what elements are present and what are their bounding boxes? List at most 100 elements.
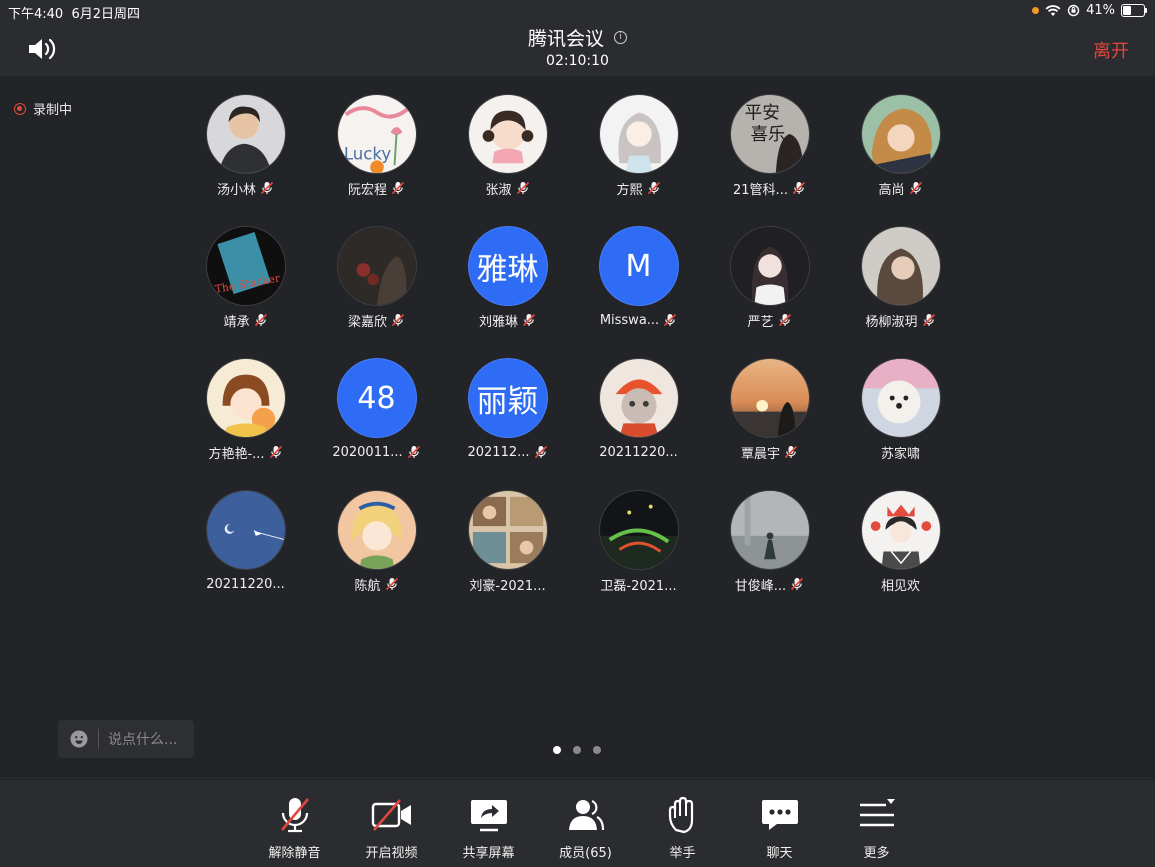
participant-tile[interactable]: 刘豪-2021... — [442, 490, 573, 622]
muted-mic-icon — [391, 181, 405, 195]
participant-avatar-text[interactable]: M — [598, 226, 679, 306]
muted-mic-icon — [534, 445, 548, 459]
recording-indicator[interactable]: 录制中 — [14, 99, 72, 118]
participant-avatar[interactable] — [860, 358, 941, 438]
participant-tile[interactable]: 严艺 — [704, 226, 835, 358]
participant-name-row: 相见欢 — [881, 576, 920, 594]
participant-name-row: 严艺 — [747, 312, 791, 330]
participant-avatar[interactable] — [729, 490, 810, 570]
toolbar-members-button[interactable]: 成员(65) — [537, 796, 634, 861]
participant-tile[interactable]: 20211220... — [573, 358, 704, 490]
toolbar-camera-off-button[interactable]: 开启视频 — [343, 796, 440, 861]
participant-name: 靖承 — [223, 314, 250, 330]
record-icon — [14, 102, 26, 115]
participant-name: 20211220... — [599, 444, 678, 460]
info-icon[interactable]: i — [614, 31, 627, 44]
participant-name: 高尚 — [878, 182, 905, 198]
participant-avatar[interactable] — [860, 94, 941, 174]
meeting-title-block: 腾讯会议 i 02:10:10 — [0, 24, 1155, 69]
muted-mic-icon — [260, 181, 274, 195]
participant-avatar[interactable] — [205, 94, 286, 174]
participant-tile[interactable]: 覃晨宇 — [704, 358, 835, 490]
status-bar: 下午4:40 6月2日周四 41% — [0, 0, 1155, 24]
participant-avatar-text[interactable]: 丽颖 — [467, 358, 548, 438]
participant-avatar[interactable]: The Stacker — [205, 226, 286, 306]
muted-mic-icon — [391, 313, 405, 327]
participant-tile[interactable]: 张淑 — [442, 94, 573, 226]
participant-tile[interactable]: 苏家啸 — [835, 358, 966, 490]
participant-tile[interactable]: 雅琳 刘雅琳 — [442, 226, 573, 358]
participant-name: 汤小林 — [216, 182, 256, 198]
participant-tile[interactable]: Lucky 阮宏程 — [311, 94, 442, 226]
toolbar-label: 聊天 — [766, 846, 793, 861]
participant-name-row: 刘豪-2021... — [469, 576, 545, 594]
participant-avatar[interactable] — [729, 358, 810, 438]
svg-text:Lucky: Lucky — [343, 144, 391, 163]
toolbar-raise-hand-button[interactable]: 举手 — [634, 796, 731, 861]
participant-avatar[interactable] — [205, 358, 286, 438]
chat-input[interactable]: 说点什么... — [58, 720, 194, 758]
emoji-icon[interactable] — [70, 730, 88, 748]
participant-tile[interactable]: 梁嘉欣 — [311, 226, 442, 358]
participant-name: 苏家啸 — [880, 446, 920, 462]
participant-name: Misswa... — [599, 312, 660, 328]
page-dot[interactable] — [593, 746, 601, 754]
page-indicator[interactable] — [553, 746, 601, 754]
toolbar-chat-button[interactable]: 聊天 — [731, 796, 828, 861]
muted-mic-icon — [790, 577, 804, 591]
page-dot[interactable] — [573, 746, 581, 754]
toolbar-label: 开启视频 — [365, 846, 418, 861]
participant-avatar[interactable] — [336, 490, 417, 570]
participant-avatar[interactable] — [729, 226, 810, 306]
toolbar-label: 共享屏幕 — [462, 846, 515, 861]
participant-tile[interactable]: 高尚 — [835, 94, 966, 226]
muted-mic-icon — [385, 577, 399, 591]
participant-name: 严艺 — [747, 314, 774, 330]
participant-tile[interactable]: 20211220... — [180, 490, 311, 622]
participant-avatar[interactable] — [598, 490, 679, 570]
battery-percent: 41% — [1086, 3, 1115, 18]
participant-tile[interactable]: The Stacker 靖承 — [180, 226, 311, 358]
participant-avatar[interactable] — [860, 226, 941, 306]
participant-avatar-text[interactable]: 48 — [336, 358, 417, 438]
participant-tile[interactable]: 48 2020011... — [311, 358, 442, 490]
participant-avatar[interactable] — [467, 94, 548, 174]
participant-tile[interactable]: 甘俊峰... — [704, 490, 835, 622]
participant-name: 202112... — [467, 444, 530, 460]
participant-name: 陈航 — [354, 578, 381, 594]
leave-button[interactable]: 离开 — [1093, 37, 1129, 63]
participant-tile[interactable]: 卫磊-2021... — [573, 490, 704, 622]
muted-mic-icon — [407, 445, 421, 459]
participant-avatar[interactable] — [598, 358, 679, 438]
participant-tile[interactable]: 陈航 — [311, 490, 442, 622]
participant-avatar[interactable] — [467, 490, 548, 570]
participant-tile[interactable]: 相见欢 — [835, 490, 966, 622]
participant-tile[interactable]: 杨柳淑玥 — [835, 226, 966, 358]
participant-avatar[interactable] — [598, 94, 679, 174]
page-dot[interactable] — [553, 746, 561, 754]
participant-avatar[interactable] — [336, 226, 417, 306]
participant-name: 覃晨宇 — [740, 446, 780, 462]
participant-tile[interactable]: 丽颖 202112... — [442, 358, 573, 490]
toolbar-share-screen-button[interactable]: 共享屏幕 — [440, 796, 537, 861]
toolbar-mic-off-button[interactable]: 解除静音 — [246, 796, 343, 861]
toolbar-buttons: 解除静音 开启视频 共享屏幕 成员(65) 举手 聊天 更多 — [246, 796, 925, 861]
participant-name-row: 21管科... — [733, 180, 806, 198]
participant-avatar[interactable] — [860, 490, 941, 570]
meeting-header: 腾讯会议 i 02:10:10 离开 — [0, 24, 1155, 76]
participant-tile[interactable]: M Misswa... — [573, 226, 704, 358]
participant-tile[interactable]: 汤小林 — [180, 94, 311, 226]
participant-avatar[interactable] — [205, 490, 286, 570]
participant-avatar[interactable]: 平安 喜乐 — [729, 94, 810, 174]
participant-name: 方熙 — [616, 182, 643, 198]
participant-avatar-text[interactable]: 雅琳 — [467, 226, 548, 306]
muted-mic-icon — [647, 181, 661, 195]
toolbar-more-button[interactable]: 更多 — [828, 796, 925, 861]
camera-off-icon — [371, 796, 413, 834]
participant-tile[interactable]: 方艳艳-... — [180, 358, 311, 490]
meeting-title: 腾讯会议 i — [528, 24, 627, 51]
participant-avatar[interactable]: Lucky — [336, 94, 417, 174]
status-time: 下午4:40 6月2日周四 — [8, 3, 140, 22]
participant-tile[interactable]: 方熙 — [573, 94, 704, 226]
participant-tile[interactable]: 平安 喜乐 21管科... — [704, 94, 835, 226]
